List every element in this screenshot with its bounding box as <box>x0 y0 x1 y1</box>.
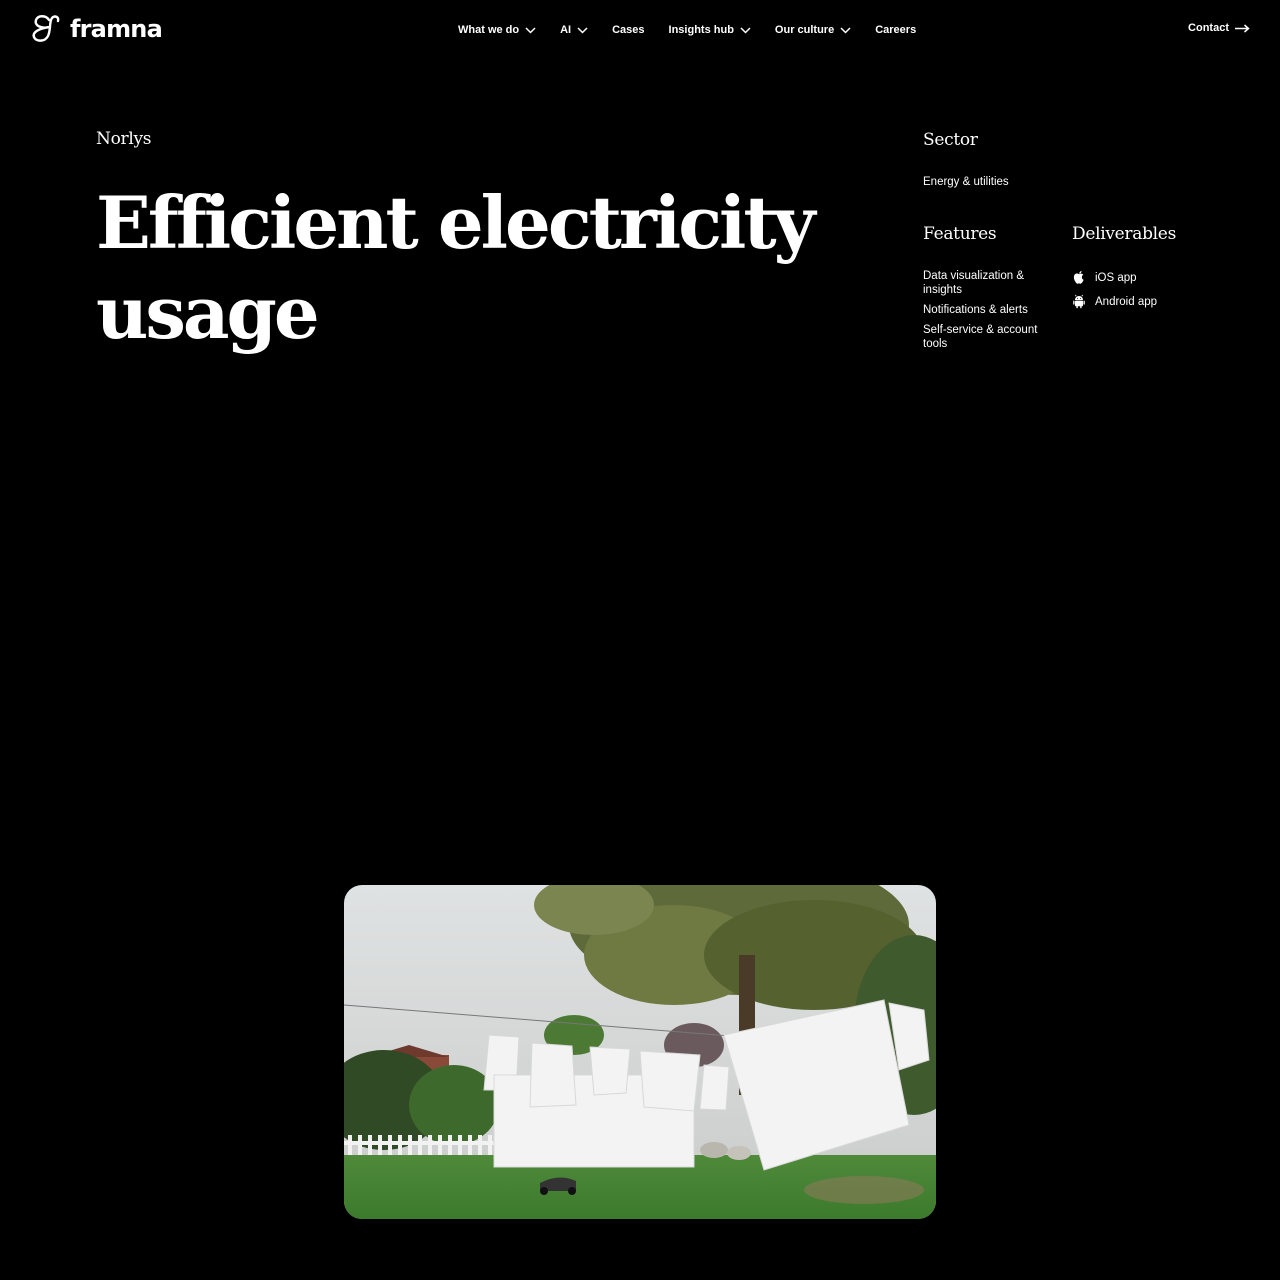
features-heading: Features <box>923 224 997 244</box>
sector-value: Energy & utilities <box>923 176 1009 188</box>
chevron-down-icon <box>525 26 536 34</box>
laundry-line-illustration <box>344 885 936 1219</box>
deliverable-label: Android app <box>1095 295 1158 308</box>
nav-label: Careers <box>875 24 917 36</box>
case-hero-image <box>344 885 936 1219</box>
nav-label: Cases <box>612 24 645 36</box>
deliverables-list: iOS app Android app <box>1072 270 1157 318</box>
client-name: Norlys <box>96 129 152 149</box>
title-line-1: Efficient electricity <box>96 180 815 265</box>
apple-icon <box>1073 271 1084 284</box>
features-list: Data visualization & insights Notificati… <box>923 269 1043 357</box>
deliverables-heading: Deliverables <box>1072 224 1176 244</box>
main-nav: What we do AI Cases Insights hub Our cul… <box>458 22 916 38</box>
title-line-2: usage <box>96 270 320 355</box>
arrow-right-icon <box>1235 23 1250 33</box>
feature-item: Self-service & account tools <box>923 324 1038 350</box>
contact-link[interactable]: Contact <box>1188 22 1250 34</box>
nav-label: Our culture <box>774 24 835 36</box>
site-header: framna What we do AI Cases Insights hub … <box>0 0 1280 62</box>
nav-insights-hub[interactable]: Insights hub <box>669 24 751 36</box>
contact-label: Contact <box>1188 22 1229 34</box>
page-title: Efficient electricity usage <box>96 178 816 358</box>
nav-what-we-do[interactable]: What we do <box>458 24 536 36</box>
deliverable-item: Android app <box>1072 294 1157 309</box>
chevron-down-icon <box>577 26 588 34</box>
framna-logo-mark-icon <box>32 15 60 42</box>
chevron-down-icon <box>840 26 851 34</box>
nav-our-culture[interactable]: Our culture <box>775 24 851 36</box>
deliverable-item: iOS app <box>1072 270 1157 285</box>
nav-label: AI <box>560 24 572 36</box>
nav-careers[interactable]: Careers <box>875 24 916 36</box>
nav-cases[interactable]: Cases <box>612 24 644 36</box>
framna-logo[interactable]: framna <box>30 14 163 44</box>
feature-item: Notifications & alerts <box>923 304 1028 316</box>
nav-label: What we do <box>458 24 520 36</box>
logo-text: framna <box>70 15 163 43</box>
feature-item: Data visualization & insights <box>923 270 1024 296</box>
nav-ai[interactable]: AI <box>560 24 588 36</box>
sector-heading: Sector <box>923 130 978 150</box>
android-icon <box>1073 294 1085 309</box>
nav-label: Insights hub <box>668 24 734 36</box>
deliverable-label: iOS app <box>1095 271 1137 284</box>
chevron-down-icon <box>740 26 751 34</box>
